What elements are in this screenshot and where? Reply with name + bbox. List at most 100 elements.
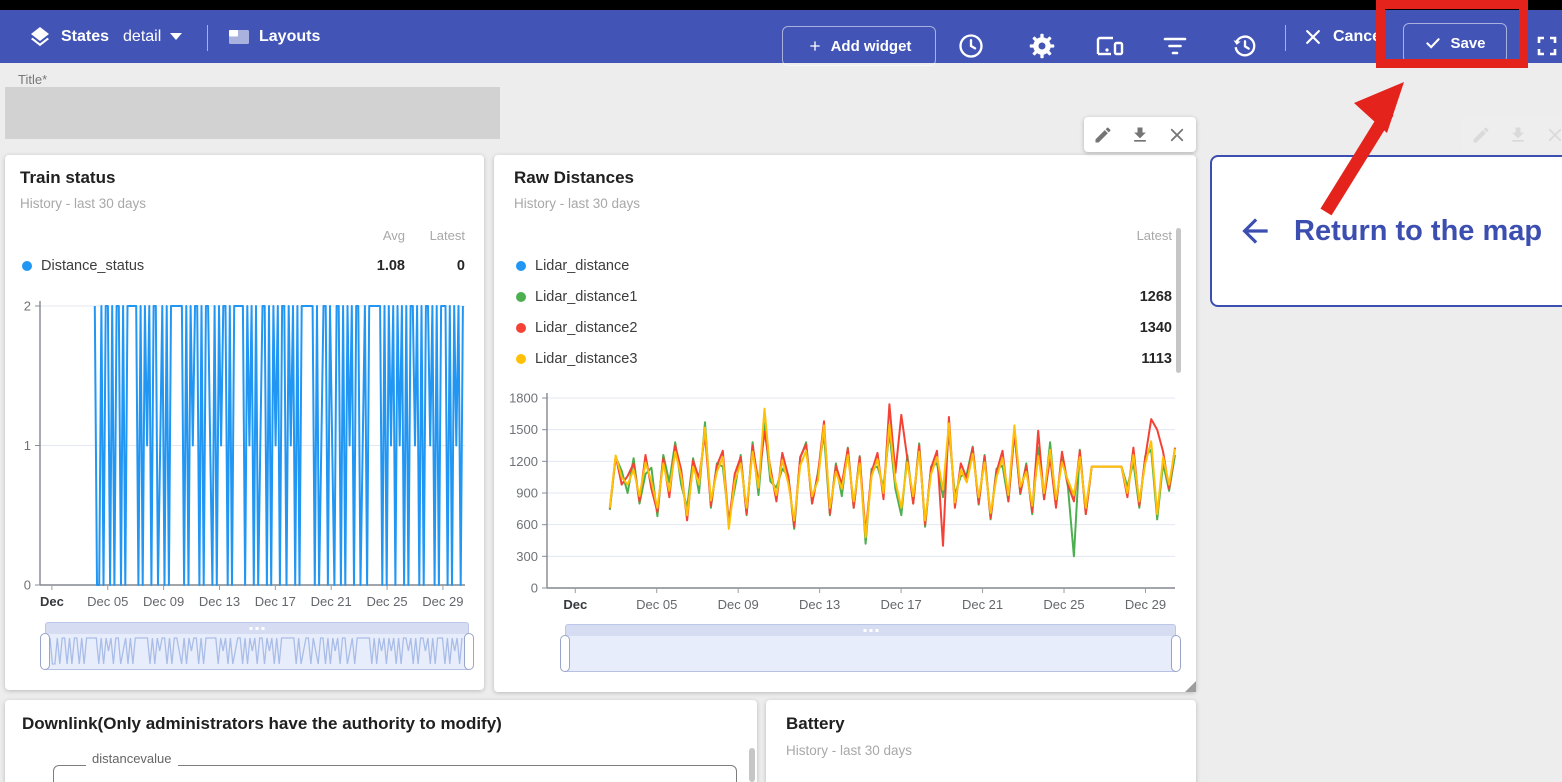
slider-drag-strip[interactable] xyxy=(565,624,1176,636)
distancevalue-input[interactable] xyxy=(53,765,737,782)
latest-column-header: Latest xyxy=(1092,228,1172,243)
avg-column-header: Avg xyxy=(360,228,405,243)
svg-text:Dec: Dec xyxy=(40,594,64,609)
svg-text:Dec 13: Dec 13 xyxy=(199,594,240,609)
legend-label: Lidar_distance1 xyxy=(535,289,637,305)
train-status-title: Train status xyxy=(20,168,115,188)
widget-actions-toolbar-disabled xyxy=(1462,117,1562,152)
svg-text:1200: 1200 xyxy=(509,454,538,469)
arrow-left-icon xyxy=(1236,212,1274,250)
svg-text:1800: 1800 xyxy=(509,391,538,406)
slider-handle-left[interactable] xyxy=(40,633,50,670)
widget-actions-toolbar xyxy=(1084,117,1196,152)
slider-handle-right[interactable] xyxy=(464,633,474,670)
battery-widget xyxy=(766,700,1196,782)
latest-column-header: Latest xyxy=(410,228,465,243)
save-button[interactable]: Save xyxy=(1403,23,1507,63)
train-status-chart[interactable]: 012DecDec 05Dec 09Dec 13Dec 17Dec 21Dec … xyxy=(5,292,484,618)
download-icon xyxy=(1503,120,1533,150)
close-widget-icon[interactable] xyxy=(1162,120,1192,150)
time-window-clock-icon[interactable] xyxy=(957,32,985,60)
train-status-subtitle: History - last 30 days xyxy=(20,196,146,211)
legend-label: Lidar_distance2 xyxy=(535,320,637,336)
svg-text:Dec 05: Dec 05 xyxy=(636,597,677,612)
state-value[interactable]: detail xyxy=(123,28,161,46)
dashboard-title-label: Title* xyxy=(18,72,47,87)
svg-text:600: 600 xyxy=(516,517,538,532)
slider-handle-right[interactable] xyxy=(1171,635,1181,672)
widget-resize-handle[interactable] xyxy=(1185,681,1196,692)
legend-item-distance-status[interactable]: Distance_status xyxy=(22,258,144,274)
dashboard-toolbar: States detail Layouts Add widget xyxy=(0,10,1562,63)
chevron-down-icon xyxy=(170,33,182,40)
legend-label: Distance_status xyxy=(41,258,144,274)
raw-distances-title: Raw Distances xyxy=(514,168,634,188)
svg-text:Dec 25: Dec 25 xyxy=(366,594,407,609)
svg-text:1500: 1500 xyxy=(509,422,538,437)
svg-text:Dec 09: Dec 09 xyxy=(143,594,184,609)
cancel-label: Cancel xyxy=(1333,28,1385,46)
svg-text:Dec 17: Dec 17 xyxy=(255,594,296,609)
return-to-map-button[interactable]: Return to the map xyxy=(1210,155,1562,307)
dashboard-title-input[interactable] xyxy=(5,87,500,139)
latest-value: 1340 xyxy=(1092,320,1172,336)
states-label: States xyxy=(61,28,109,46)
raw-distances-chart[interactable]: 0300600900120015001800DecDec 05Dec 09Dec… xyxy=(494,385,1196,617)
layouts-icon xyxy=(228,28,250,46)
close-widget-icon xyxy=(1540,120,1562,150)
series-dot xyxy=(22,261,32,271)
slider-window[interactable] xyxy=(565,636,1176,672)
downlink-scrollbar[interactable] xyxy=(749,748,755,782)
legend-item-lidar-distance1[interactable]: Lidar_distance1 xyxy=(516,289,637,305)
manage-devices-icon[interactable] xyxy=(1095,34,1125,60)
add-widget-label: Add widget xyxy=(831,38,912,55)
states-menu[interactable]: States detail xyxy=(28,10,182,63)
slider-drag-strip[interactable] xyxy=(45,622,469,634)
legend-item-lidar-distance[interactable]: Lidar_distance xyxy=(516,258,629,274)
latest-value: 1113 xyxy=(1092,351,1172,367)
legend-item-lidar-distance3[interactable]: Lidar_distance3 xyxy=(516,351,637,367)
plus-icon xyxy=(807,38,823,54)
svg-text:Dec 17: Dec 17 xyxy=(881,597,922,612)
slider-grip-icon xyxy=(863,629,878,632)
downlink-title: Downlink(Only administrators have the au… xyxy=(22,714,502,734)
svg-text:Dec 13: Dec 13 xyxy=(799,597,840,612)
raw-time-slider[interactable] xyxy=(565,624,1176,672)
legend-scrollbar[interactable] xyxy=(1176,228,1181,373)
filter-icon[interactable] xyxy=(1162,36,1188,56)
slider-mini-chart xyxy=(46,634,466,668)
layouts-button[interactable]: Layouts xyxy=(228,10,320,63)
top-black-strip xyxy=(0,0,1562,10)
svg-text:300: 300 xyxy=(516,549,538,564)
svg-text:1: 1 xyxy=(24,438,31,453)
download-icon[interactable] xyxy=(1125,120,1155,150)
svg-text:Dec 09: Dec 09 xyxy=(718,597,759,612)
svg-text:Dec 29: Dec 29 xyxy=(422,594,463,609)
series-dot xyxy=(516,261,526,271)
add-widget-button[interactable]: Add widget xyxy=(782,26,936,66)
edit-pencil-icon[interactable] xyxy=(1088,120,1118,150)
toolbar-divider xyxy=(207,25,208,51)
series-dot xyxy=(516,292,526,302)
layers-icon xyxy=(28,25,52,49)
fullscreen-icon[interactable] xyxy=(1535,34,1559,58)
cancel-button[interactable]: Cancel xyxy=(1303,10,1385,63)
save-label: Save xyxy=(1450,35,1485,52)
svg-text:Dec 21: Dec 21 xyxy=(962,597,1003,612)
svg-text:0: 0 xyxy=(24,578,31,593)
layouts-label: Layouts xyxy=(259,28,320,46)
svg-text:900: 900 xyxy=(516,486,538,501)
svg-text:Dec: Dec xyxy=(563,597,587,612)
history-restore-icon[interactable] xyxy=(1231,32,1259,60)
slider-handle-left[interactable] xyxy=(560,635,570,672)
legend-item-lidar-distance2[interactable]: Lidar_distance2 xyxy=(516,320,637,336)
legend-label: Lidar_distance3 xyxy=(535,351,637,367)
toolbar-divider-2 xyxy=(1285,25,1286,51)
train-time-slider[interactable] xyxy=(45,622,469,670)
latest-value: 1268 xyxy=(1092,289,1172,305)
slider-window[interactable] xyxy=(45,634,469,670)
slider-grip-icon xyxy=(250,627,265,630)
settings-gear-icon[interactable] xyxy=(1028,32,1056,60)
legend-label: Lidar_distance xyxy=(535,258,629,274)
dashboard-edit-page: States detail Layouts Add widget xyxy=(0,0,1562,782)
